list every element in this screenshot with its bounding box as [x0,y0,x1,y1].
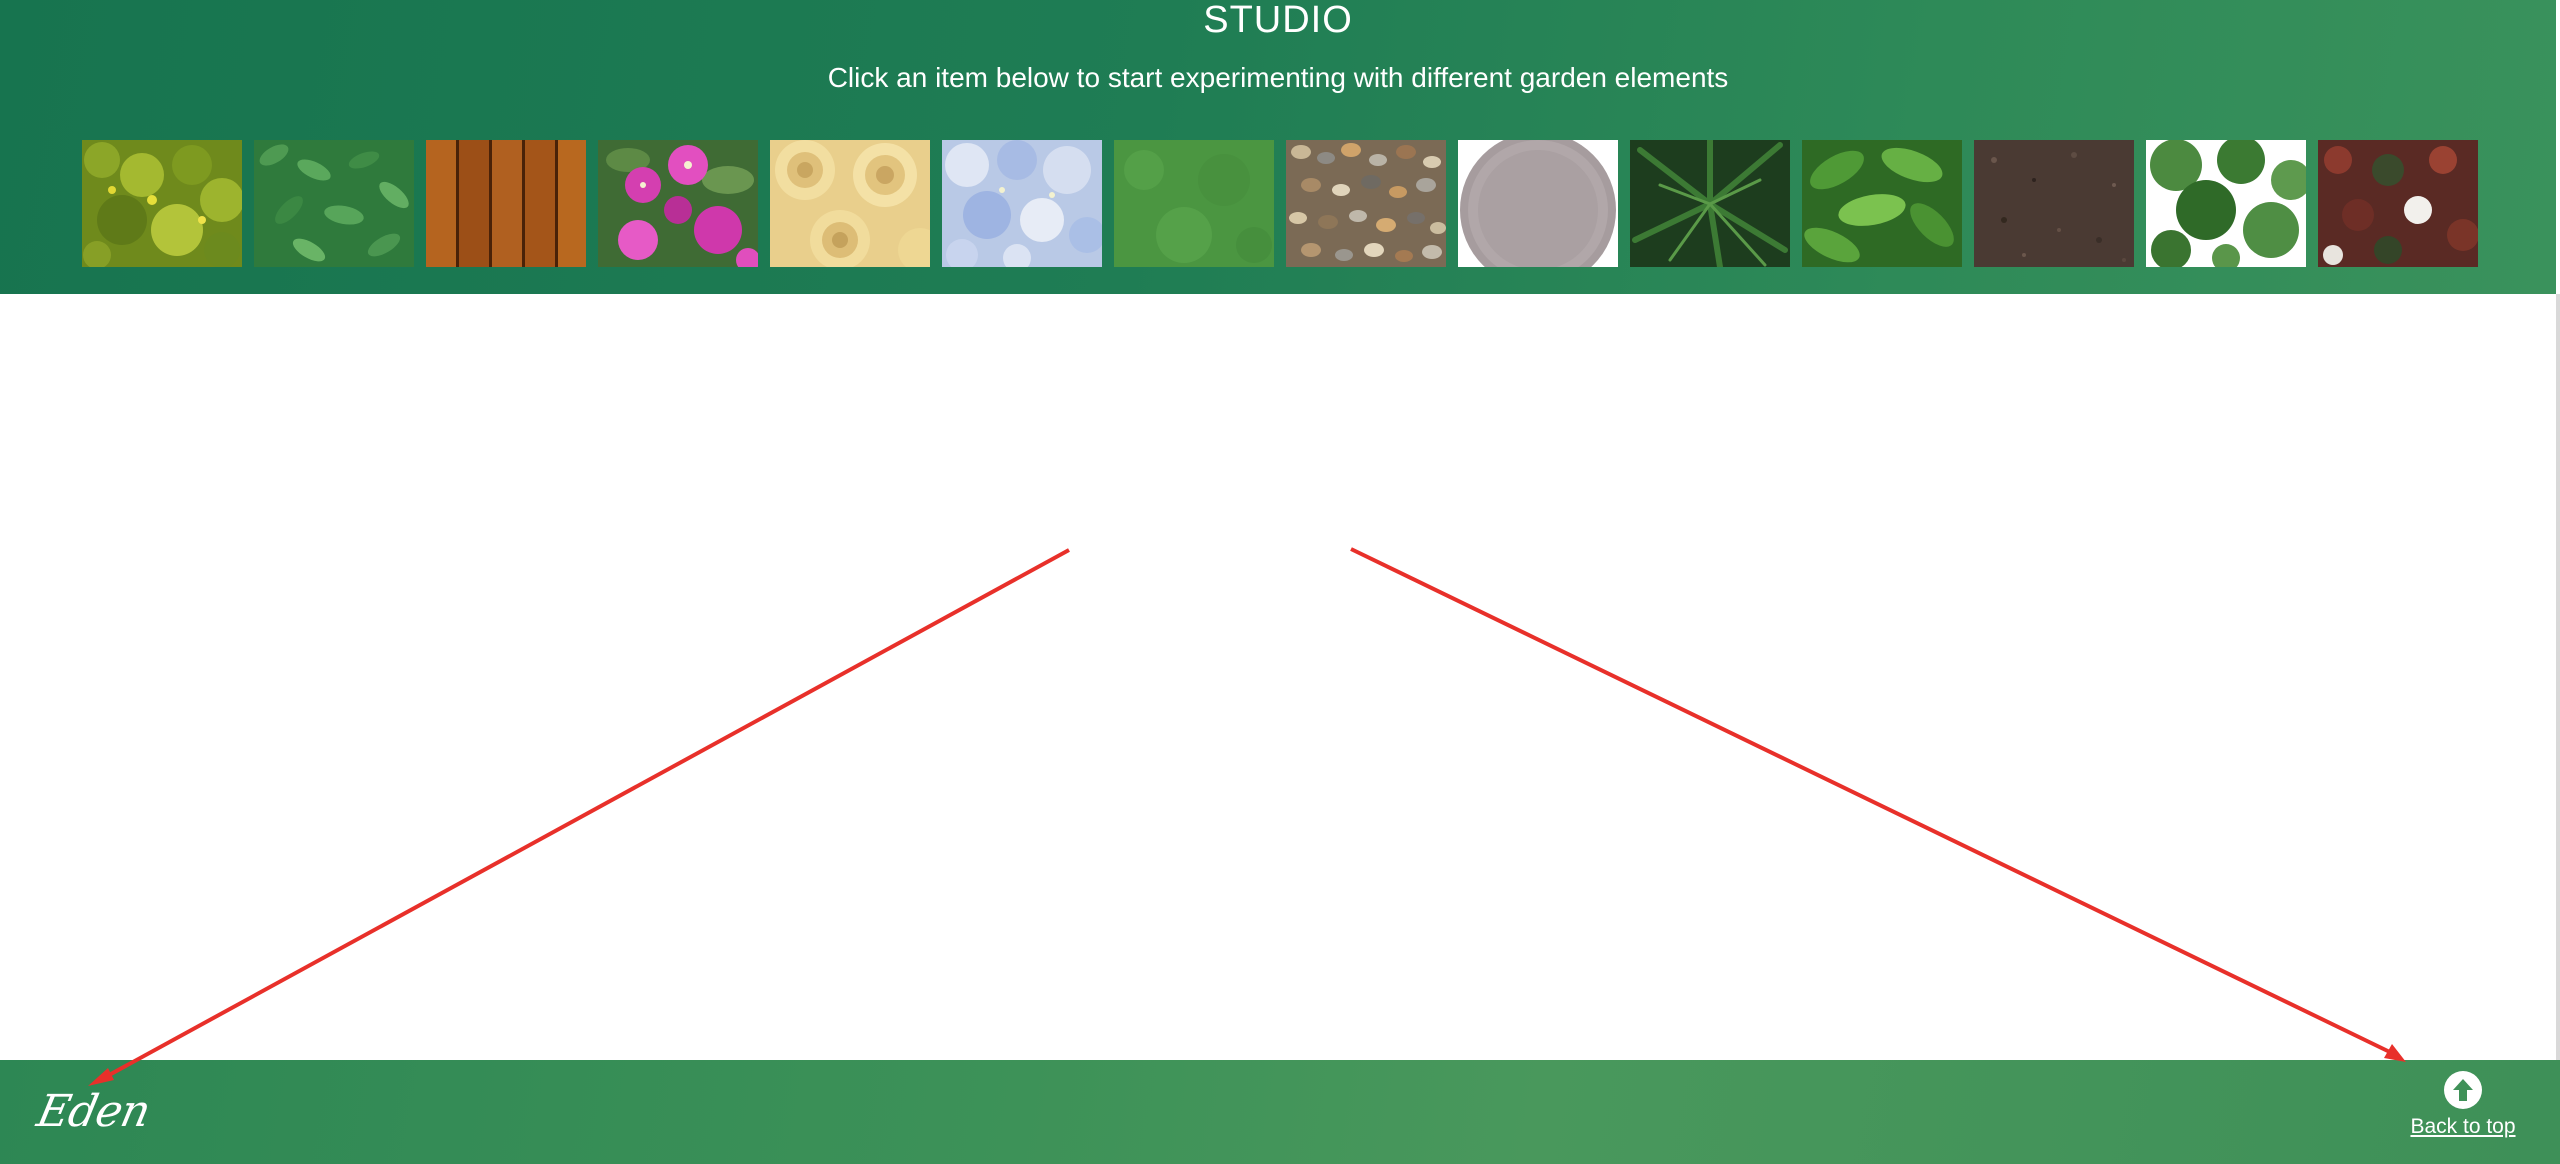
yellow-shrub-tile[interactable] [82,140,242,267]
green-hedge-tile[interactable] [254,140,414,267]
bougainvillea-tile[interactable] [598,140,758,267]
page-title: STUDIO [1203,0,1353,41]
blue-hydrangea-tile[interactable] [942,140,1102,267]
palm-fern-tile[interactable] [1630,140,1790,267]
annotation-arrow-left [99,548,1070,1082]
annotation-arrow-right [1350,547,2397,1057]
tree-canopy-tile[interactable] [2146,140,2306,267]
site-footer: Eden Back to top [0,1060,2560,1164]
red-foliage-tile[interactable] [2318,140,2478,267]
page-scroll-edge [2556,294,2560,1060]
yellow-roses-tile[interactable] [770,140,930,267]
soil-tile[interactable] [1974,140,2134,267]
arrow-up-circle-icon [2444,1071,2482,1109]
back-to-top-link[interactable]: Back to top [2400,1070,2526,1154]
lawn-grass-tile[interactable] [1114,140,1274,267]
eden-logo[interactable]: Eden [32,1082,155,1142]
studio-header: STUDIO Click an item below to start expe… [0,0,2556,294]
round-stone-paver-tile[interactable] [1458,140,1618,267]
page-subtitle: Click an item below to start experimenti… [827,62,1729,93]
back-to-top-label: Back to top [2410,1115,2516,1138]
gravel-pebbles-tile[interactable] [1286,140,1446,267]
wood-decking-tile[interactable] [426,140,586,267]
glossy-leaf-plant-tile[interactable] [1802,140,1962,267]
garden-element-palette [82,140,2478,267]
